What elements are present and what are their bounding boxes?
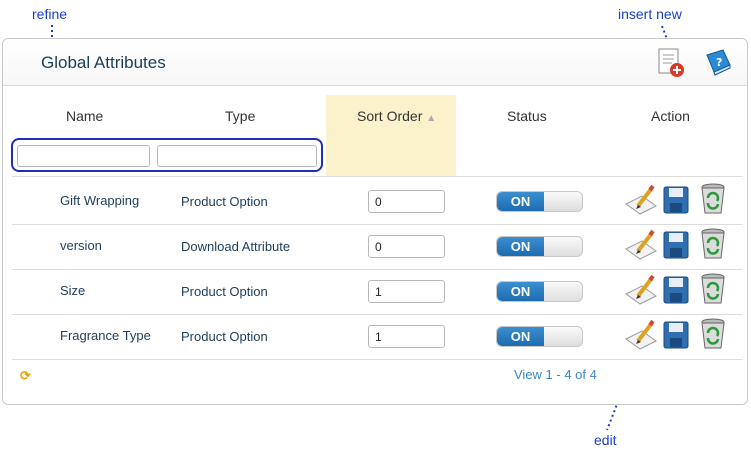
status-toggle[interactable]: ON (496, 281, 583, 302)
attribute-type: Download Attribute (181, 239, 291, 254)
sort-order-input[interactable] (368, 235, 445, 258)
status-toggle[interactable]: ON (496, 236, 583, 257)
attribute-name: version (60, 238, 102, 253)
page-title: Global Attributes (41, 53, 166, 72)
sort-order-input[interactable] (368, 280, 445, 303)
insert-new-icon[interactable] (656, 47, 686, 82)
column-header-name[interactable]: Name (66, 108, 103, 124)
refresh-icon[interactable]: ⟳ (20, 368, 31, 384)
status-toggle-label: ON (497, 327, 544, 346)
toggle-knob (544, 327, 582, 346)
attribute-type: Product Option (181, 284, 268, 299)
status-toggle[interactable]: ON (496, 326, 583, 347)
edit-icon[interactable] (624, 184, 658, 219)
edit-icon[interactable] (624, 274, 658, 309)
toggle-knob (544, 237, 582, 256)
attribute-name: Size (60, 283, 86, 298)
toggle-knob (544, 282, 582, 301)
edit-icon[interactable] (624, 229, 658, 264)
attribute-type: Product Option (181, 194, 268, 209)
sort-order-input[interactable] (368, 190, 445, 213)
column-header-type[interactable]: Type (225, 108, 255, 124)
delete-icon[interactable] (698, 227, 728, 264)
save-icon[interactable] (662, 185, 690, 218)
divider (12, 176, 742, 177)
delete-icon[interactable] (698, 182, 728, 219)
help-icon[interactable]: ? (703, 47, 733, 80)
attribute-type: Product Option (181, 329, 268, 344)
status-toggle-label: ON (497, 237, 544, 256)
divider (12, 314, 742, 315)
save-icon[interactable] (662, 320, 690, 353)
delete-icon[interactable] (698, 317, 728, 354)
sort-order-label: Sort Order (357, 108, 423, 124)
attribute-name: Gift Wrapping (60, 193, 140, 208)
column-header-action: Action (651, 108, 690, 124)
delete-icon[interactable] (698, 272, 728, 309)
divider (12, 359, 742, 360)
save-icon[interactable] (662, 275, 690, 308)
panel-header: Global Attributes (3, 39, 747, 86)
type-filter-input[interactable] (157, 145, 317, 167)
attribute-name: Fragrance Type (60, 328, 151, 343)
sort-order-input[interactable] (368, 325, 445, 348)
svg-text:?: ? (716, 56, 722, 69)
divider (12, 269, 742, 270)
name-filter-input[interactable] (17, 145, 150, 167)
edit-icon[interactable] (624, 319, 658, 354)
column-header-status[interactable]: Status (507, 108, 547, 124)
status-toggle-label: ON (497, 282, 544, 301)
toggle-knob (544, 192, 582, 211)
save-icon[interactable] (662, 230, 690, 263)
status-toggle-label: ON (497, 192, 544, 211)
sort-asc-icon: ▲ (426, 113, 437, 124)
divider (12, 224, 742, 225)
status-toggle[interactable]: ON (496, 191, 583, 212)
pager-text: View 1 - 4 of 4 (514, 367, 597, 382)
column-header-sort-order[interactable]: Sort Order ▲ (357, 108, 436, 124)
